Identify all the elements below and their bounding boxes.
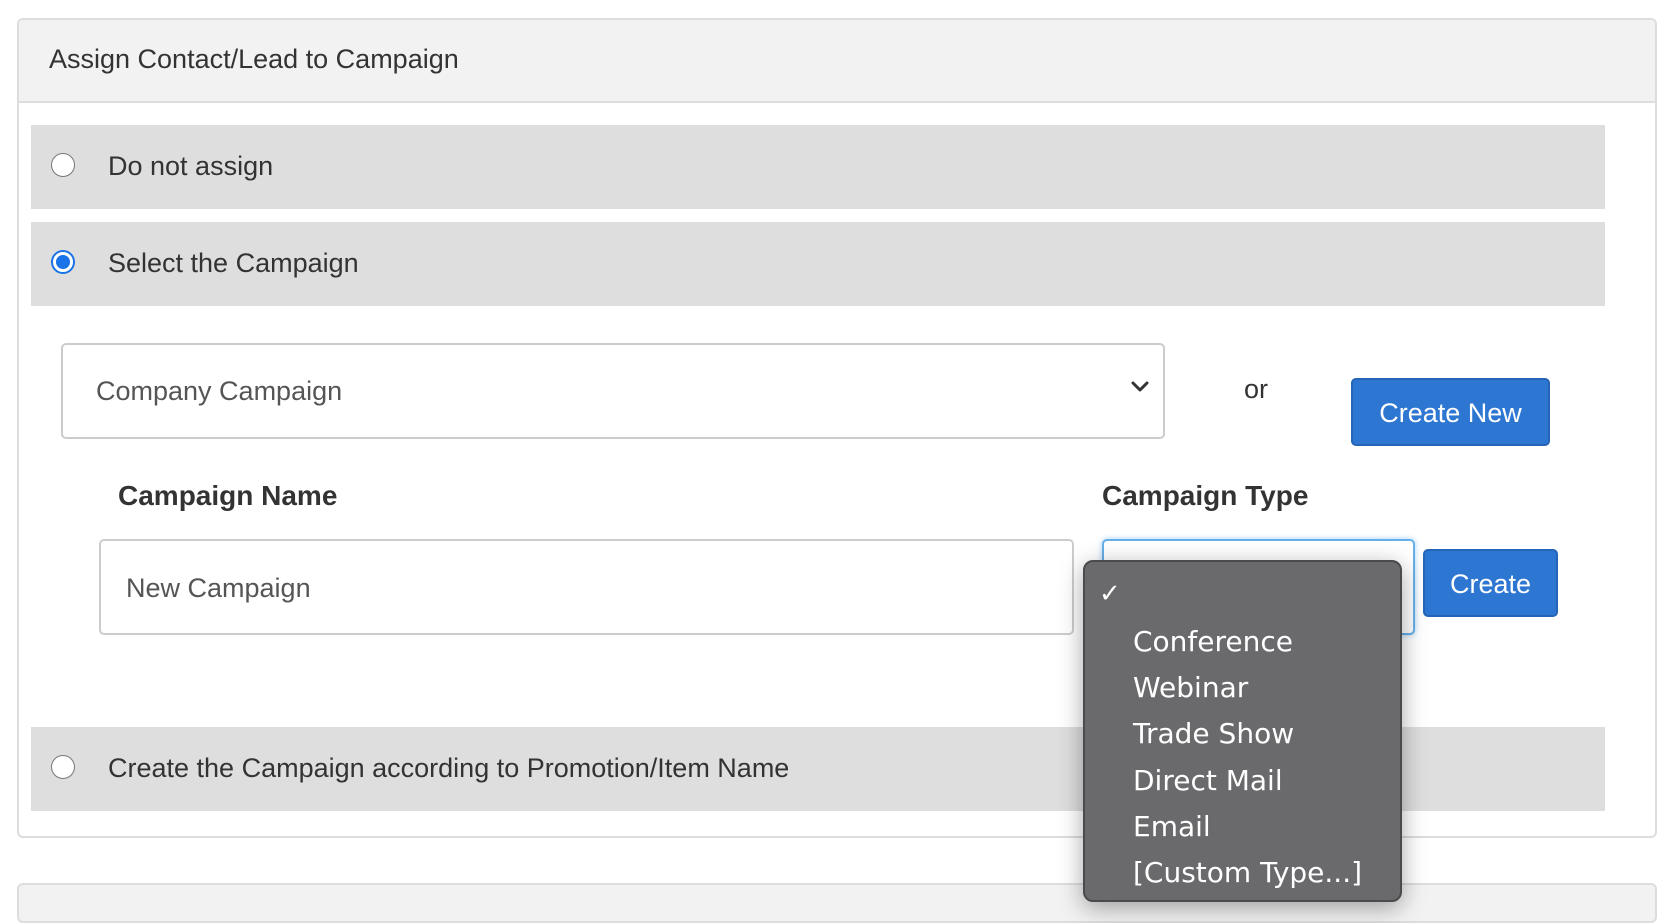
chevron-down-icon bbox=[1131, 381, 1149, 392]
create-new-button[interactable]: Create New bbox=[1351, 378, 1550, 446]
dropdown-option[interactable]: Email bbox=[1133, 810, 1211, 843]
option-select-campaign[interactable]: Select the Campaign bbox=[31, 222, 1605, 306]
dropdown-option[interactable]: [Custom Type...] bbox=[1133, 856, 1362, 889]
panel-heading: Assign Contact/Lead to Campaign bbox=[19, 20, 1655, 103]
campaign-name-input[interactable]: New Campaign bbox=[99, 539, 1074, 635]
dropdown-option[interactable]: Webinar bbox=[1133, 671, 1248, 704]
campaign-type-label: Campaign Type bbox=[1102, 480, 1309, 511]
option-do-not-assign[interactable]: Do not assign bbox=[31, 125, 1605, 209]
option-label-select-campaign: Select the Campaign bbox=[108, 248, 359, 278]
radio-select-campaign[interactable] bbox=[51, 250, 75, 274]
campaign-name-value: New Campaign bbox=[126, 573, 311, 603]
radio-by-promotion[interactable] bbox=[51, 755, 75, 779]
option-label-by-promotion: Create the Campaign according to Promoti… bbox=[108, 753, 790, 783]
checkmark-icon: ✓ bbox=[1099, 578, 1121, 608]
create-button[interactable]: Create bbox=[1423, 549, 1558, 617]
campaign-name-label: Campaign Name bbox=[118, 480, 338, 511]
dropdown-option[interactable]: Trade Show bbox=[1133, 717, 1294, 750]
option-label-do-not-assign: Do not assign bbox=[108, 151, 274, 181]
radio-do-not-assign[interactable] bbox=[51, 153, 75, 177]
or-separator: or bbox=[1244, 374, 1269, 404]
campaign-select[interactable]: Company Campaign bbox=[61, 343, 1165, 439]
panel-title: Assign Contact/Lead to Campaign bbox=[49, 44, 459, 74]
dropdown-option[interactable]: Direct Mail bbox=[1133, 764, 1283, 797]
campaign-select-value: Company Campaign bbox=[96, 376, 343, 406]
dropdown-option[interactable]: Conference bbox=[1133, 625, 1293, 658]
campaign-type-dropdown[interactable]: ✓ Conference Webinar Trade Show Direct M… bbox=[1083, 560, 1402, 902]
next-panel-heading bbox=[17, 883, 1657, 923]
